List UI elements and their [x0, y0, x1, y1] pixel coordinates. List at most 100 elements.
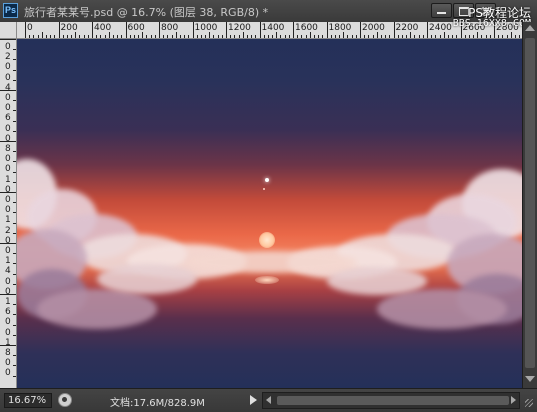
- ruler-minor-tick: [13, 69, 16, 71]
- minimize-button[interactable]: [431, 3, 452, 18]
- status-menu-icon[interactable]: [58, 393, 72, 407]
- ruler-label: 8: [5, 348, 11, 358]
- ruler-major-tick: [58, 22, 60, 38]
- zoom-level-field[interactable]: 16.67%: [4, 393, 52, 408]
- ruler-minor-tick: [13, 79, 16, 81]
- ruler-minor-tick: [13, 334, 16, 336]
- ruler-major-tick: [92, 22, 93, 38]
- ruler-minor-tick: [234, 35, 236, 38]
- ruler-minor-tick: [389, 35, 391, 38]
- ruler-minor-tick: [13, 232, 16, 234]
- ruler-minor-tick: [205, 35, 207, 38]
- ruler-minor-tick: [418, 35, 420, 38]
- ruler-minor-tick: [401, 35, 403, 38]
- ruler-label: 1600: [295, 23, 318, 33]
- ruler-minor-tick: [435, 35, 437, 38]
- ruler-minor-tick: [242, 32, 244, 38]
- horizontal-scroll-thumb[interactable]: [277, 396, 509, 405]
- ruler-minor-tick: [221, 35, 223, 38]
- ruler-label: 2000: [362, 23, 385, 33]
- ruler-minor-tick: [0, 345, 16, 346]
- ruler-minor-tick: [13, 324, 16, 326]
- ruler-label: 0: [5, 42, 11, 52]
- ruler-minor-tick: [251, 35, 253, 38]
- ruler-minor-tick: [288, 35, 290, 38]
- horizontal-ruler[interactable]: 0 200 400 600 800 1000 1200 1400 1600 1800 2000 220…: [17, 22, 522, 39]
- ruler-minor-tick: [506, 35, 508, 38]
- ruler-minor-tick: [309, 32, 311, 38]
- ruler-minor-tick: [343, 32, 345, 38]
- scroll-left-icon[interactable]: [266, 396, 271, 404]
- ruler-minor-tick: [351, 35, 353, 38]
- ruler-label: 1: [5, 256, 11, 267]
- ruler-label: 4: [5, 266, 11, 277]
- ruler-minor-tick: [66, 35, 68, 38]
- scroll-up-icon[interactable]: [525, 25, 535, 31]
- ruler-label: 0: [5, 62, 11, 73]
- ruler-minor-tick: [13, 110, 16, 112]
- ruler-minor-tick: [13, 375, 16, 377]
- ruler-minor-tick: [71, 35, 73, 38]
- ruler-label: 8: [5, 144, 11, 154]
- ruler-major-tick: [25, 22, 26, 38]
- play-arrow-icon[interactable]: [250, 395, 257, 405]
- ruler-minor-tick: [368, 35, 370, 38]
- ruler-minor-tick: [13, 120, 16, 122]
- ruler-label: 0: [5, 205, 11, 216]
- ruler-minor-tick: [13, 202, 16, 204]
- ruler-minor-tick: [276, 32, 278, 38]
- ruler-label: 1: [5, 215, 11, 226]
- ruler-minor-tick: [334, 35, 336, 38]
- ruler-minor-tick: [0, 243, 16, 244]
- ruler-minor-tick: [0, 90, 16, 91]
- ruler-minor-tick: [196, 35, 198, 38]
- ruler-minor-tick: [439, 35, 441, 38]
- cloud: [37, 289, 157, 329]
- horizontal-scrollbar[interactable]: [262, 392, 520, 409]
- vertical-ruler[interactable]: 020040060080010001200140016001800: [0, 39, 17, 388]
- resize-grip-icon[interactable]: [522, 392, 535, 409]
- ruler-minor-tick: [13, 161, 16, 163]
- ruler-minor-tick: [13, 314, 16, 316]
- ruler-minor-tick: [45, 35, 47, 38]
- ruler-minor-tick: [167, 35, 169, 38]
- ruler-minor-tick: [313, 35, 315, 38]
- ruler-minor-tick: [13, 130, 16, 132]
- ruler-minor-tick: [0, 141, 16, 142]
- ruler-minor-tick: [79, 35, 81, 38]
- ruler-minor-tick: [209, 32, 211, 38]
- scroll-down-icon[interactable]: [525, 376, 535, 382]
- ruler-minor-tick: [272, 35, 274, 38]
- ruler-minor-tick: [431, 35, 433, 38]
- ruler-label: 0: [5, 327, 11, 338]
- ruler-major-tick: [159, 22, 160, 38]
- star-small: [263, 188, 265, 190]
- ruler-minor-tick: [13, 283, 16, 285]
- ruler-minor-tick: [75, 32, 77, 38]
- ruler-minor-tick: [297, 35, 299, 38]
- ruler-minor-tick: [13, 59, 16, 61]
- ruler-minor-tick: [0, 192, 16, 193]
- vertical-scrollbar[interactable]: [522, 22, 537, 388]
- ruler-minor-tick: [318, 35, 320, 38]
- ruler-minor-tick: [217, 35, 219, 38]
- ruler-label: 0: [5, 103, 11, 114]
- ruler-major-tick: [360, 22, 361, 38]
- ruler-label: 1: [5, 174, 11, 185]
- vertical-scroll-thumb[interactable]: [525, 38, 535, 368]
- ruler-minor-tick: [175, 32, 177, 38]
- ruler-minor-tick: [330, 35, 332, 38]
- ruler-minor-tick: [179, 35, 181, 38]
- ruler-minor-tick: [481, 35, 483, 38]
- ruler-minor-tick: [41, 32, 43, 38]
- ruler-label: 2400: [429, 23, 452, 33]
- scroll-right-icon[interactable]: [511, 396, 516, 404]
- ruler-minor-tick: [464, 35, 466, 38]
- watermark-url: BBS.16XX8.COM: [452, 18, 531, 29]
- ruler-minor-tick: [380, 35, 382, 38]
- ruler-minor-tick: [452, 35, 454, 38]
- ruler-origin[interactable]: [0, 22, 17, 39]
- image-canvas[interactable]: [17, 39, 522, 388]
- ruler-minor-tick: [0, 39, 16, 40]
- ruler-minor-tick: [397, 35, 399, 38]
